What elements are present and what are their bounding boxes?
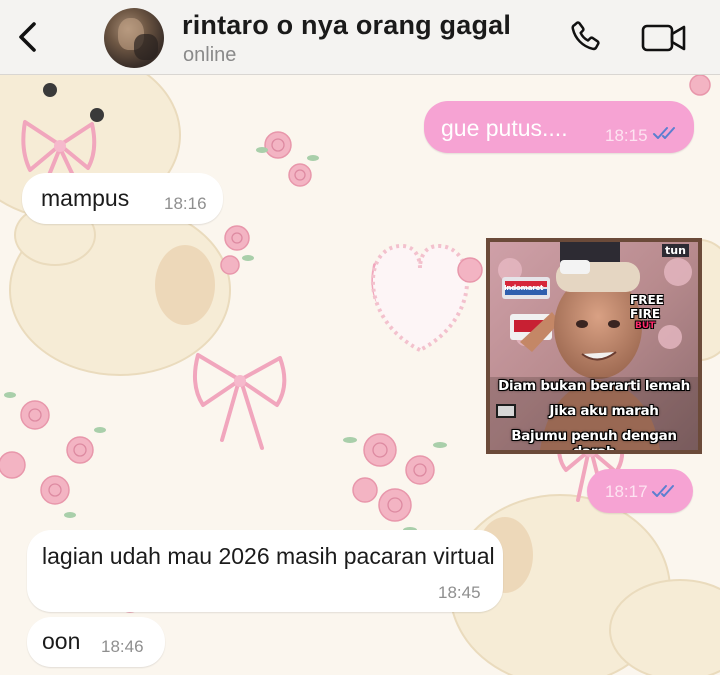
video-call-button[interactable] xyxy=(640,20,688,56)
message-bubble-outgoing[interactable]: gue putus.... 18:15 xyxy=(424,101,694,153)
image-message[interactable]: tun Indomaret FREE FIRE BUT Diam bukan b… xyxy=(486,238,702,454)
message-text: lagian udah mau 2026 masih pacaran virtu… xyxy=(42,543,495,569)
meme-caption-line: Diam bukan berarti lemah xyxy=(498,378,690,394)
message-bubble-incoming[interactable]: mampus 18:16 xyxy=(22,173,223,224)
contact-avatar[interactable] xyxy=(104,8,164,68)
meme-caption-line: Bajumu penuh dengan darah xyxy=(511,428,677,450)
avatar-photo-detail xyxy=(134,34,158,60)
read-receipt-icon xyxy=(652,485,674,497)
message-text: mampus xyxy=(41,185,130,211)
message-text: oon xyxy=(42,628,81,654)
chevron-left-icon xyxy=(19,22,36,52)
meme-caption-line: Jika aku marah xyxy=(549,403,659,419)
meme-sub-tag: BUT xyxy=(635,321,656,331)
voice-call-button[interactable] xyxy=(566,18,606,58)
meme-image: tun Indomaret FREE FIRE BUT Diam bukan b… xyxy=(490,242,698,450)
meme-store-tag: Indomaret xyxy=(504,284,544,292)
meme-brand-tag: FREE FIRE xyxy=(630,293,664,321)
message-time: 18:45 xyxy=(438,583,481,602)
message-time: 18:17 xyxy=(605,482,648,501)
video-camera-icon xyxy=(641,24,686,52)
message-bubble-incoming[interactable]: oon 18:46 xyxy=(27,617,165,667)
back-button[interactable] xyxy=(8,12,48,62)
contact-name[interactable]: rintaro o nya orang gagal xyxy=(182,10,511,41)
image-message-footer[interactable]: 18:17 xyxy=(587,469,693,513)
message-time: 18:46 xyxy=(101,637,144,656)
phone-icon xyxy=(571,21,600,51)
meme-top-tag: tun xyxy=(662,244,689,257)
message-time: 18:16 xyxy=(164,194,207,213)
message-time: 18:15 xyxy=(605,126,648,145)
contact-status: online xyxy=(183,44,237,66)
message-text: gue putus.... xyxy=(441,115,568,141)
chat-header: rintaro o nya orang gagal online xyxy=(0,0,720,75)
message-bubble-incoming[interactable]: lagian udah mau 2026 masih pacaran virtu… xyxy=(27,530,503,612)
read-receipt-icon xyxy=(653,127,675,139)
